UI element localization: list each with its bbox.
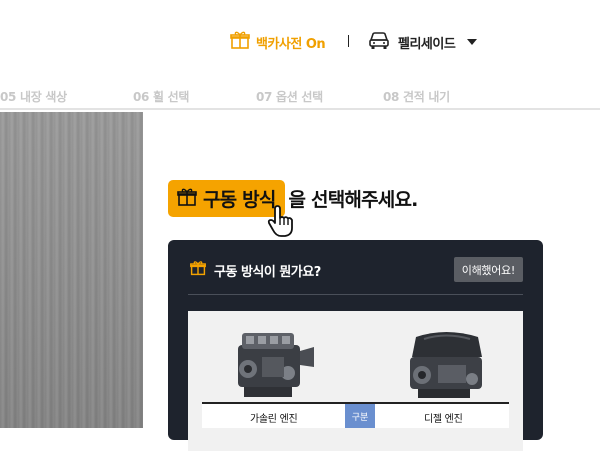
car-model-label: 펠리세이드 bbox=[398, 36, 456, 52]
card-header: 구동 방식이 뭔가요? bbox=[190, 260, 321, 280]
gasoline-engine-image bbox=[228, 327, 320, 407]
top-bar: 백카사전 On 펠리세이드 bbox=[0, 0, 600, 82]
divider bbox=[348, 35, 349, 47]
step-estimate[interactable]: 08 견적 내기 bbox=[383, 88, 450, 105]
hand-pointer-icon bbox=[266, 205, 300, 243]
gift-icon bbox=[177, 187, 197, 211]
info-card: 구동 방식이 뭔가요? 이해했어요! 가솔린 엔진 구분 디젤 엔진 bbox=[168, 240, 543, 451]
step-wheel[interactable]: 06 휠 선택 bbox=[133, 88, 189, 105]
comparison-table-header: 가솔린 엔진 구분 디젤 엔진 bbox=[202, 402, 509, 428]
dictionary-label: 백카사전 On bbox=[256, 36, 326, 52]
understood-button[interactable]: 이해했어요! bbox=[453, 257, 523, 282]
car-model-select[interactable]: 펠리세이드 bbox=[368, 30, 478, 54]
step-navigation: 05 내장 색상 06 휠 선택 07 옵션 선택 08 견적 내기 bbox=[0, 82, 600, 110]
vehicle-preview-image bbox=[0, 112, 143, 428]
gift-icon bbox=[230, 30, 250, 54]
drive-type-term: 구동 방식 bbox=[203, 189, 276, 211]
diesel-engine-image bbox=[398, 327, 494, 407]
category-column: 구분 bbox=[345, 404, 375, 428]
dictionary-toggle[interactable]: 백카사전 On bbox=[230, 30, 326, 54]
engine-comparison: 가솔린 엔진 구분 디젤 엔진 bbox=[188, 311, 523, 451]
diesel-engine-column: 디젤 엔진 bbox=[424, 414, 463, 425]
chevron-down-icon bbox=[467, 39, 478, 45]
gift-icon bbox=[190, 260, 206, 280]
gasoline-engine-column: 가솔린 엔진 bbox=[250, 414, 298, 425]
step-options[interactable]: 07 옵션 선택 bbox=[256, 88, 323, 105]
car-icon bbox=[368, 30, 390, 54]
headline-rest: 을 선택해주세요. bbox=[288, 189, 419, 211]
divider bbox=[188, 294, 523, 295]
step-interior-color[interactable]: 05 내장 색상 bbox=[0, 88, 67, 105]
card-title: 구동 방식이 뭔가요? bbox=[214, 264, 321, 280]
